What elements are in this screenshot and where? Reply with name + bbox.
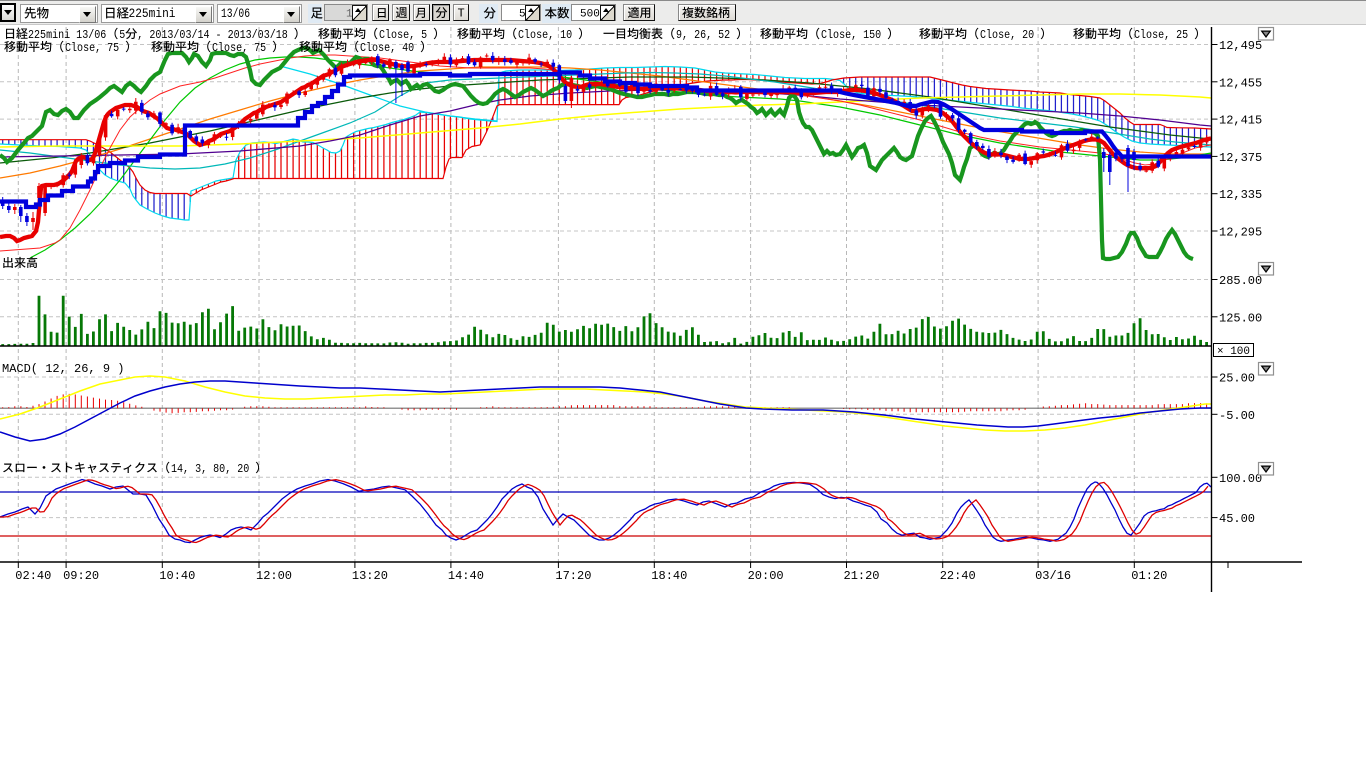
svg-text:1: 1 (346, 9, 353, 21)
svg-text:18:40: 18:40 (651, 569, 687, 583)
svg-text:12,455: 12,455 (1219, 76, 1262, 90)
svg-text:13:20: 13:20 (352, 569, 388, 583)
svg-text:22:40: 22:40 (940, 569, 976, 583)
svg-text:Close, 150: Close, 150 (815, 28, 887, 42)
svg-text:Close, 25: Close, 25 (1128, 28, 1194, 42)
svg-text:, 2013/03/14 - 2013/03/18: , 2013/03/14 - 2013/03/18 (137, 28, 293, 42)
svg-text:45.00: 45.00 (1219, 512, 1255, 526)
svg-text:Close, 40: Close, 40 (354, 41, 420, 55)
svg-text:225mini 13/06: 225mini 13/06 (28, 28, 106, 42)
svg-text:Close, 75: Close, 75 (59, 41, 125, 55)
svg-text:12,335: 12,335 (1219, 188, 1262, 202)
svg-text:Close, 20: Close, 20 (974, 28, 1040, 42)
svg-text:Close, 5: Close, 5 (373, 28, 433, 42)
svg-text:12,375: 12,375 (1219, 151, 1262, 165)
svg-text:5: 5 (519, 9, 526, 21)
svg-text:-5.00: -5.00 (1219, 409, 1255, 423)
svg-text:9, 26, 52: 9, 26, 52 (670, 28, 736, 42)
svg-text:25.00: 25.00 (1219, 372, 1255, 386)
svg-text:17:20: 17:20 (555, 569, 591, 583)
svg-text:Close, 75: Close, 75 (206, 41, 272, 55)
svg-text:01:20: 01:20 (1131, 569, 1167, 583)
svg-text:T: T (458, 7, 465, 21)
svg-text:125.00: 125.00 (1219, 311, 1262, 325)
svg-text:12,495: 12,495 (1219, 39, 1262, 53)
svg-text:13/06: 13/06 (221, 7, 250, 21)
svg-text:21:20: 21:20 (844, 569, 880, 583)
svg-text:100.00: 100.00 (1219, 472, 1262, 486)
svg-text:500: 500 (580, 9, 600, 21)
svg-text:14, 3, 80, 20: 14, 3, 80, 20 (165, 462, 255, 476)
svg-text:03/16: 03/16 (1035, 569, 1071, 583)
svg-text:09:20: 09:20 (63, 569, 99, 583)
svg-text:14:40: 14:40 (448, 569, 484, 583)
svg-text:MACD( 12, 26, 9 ): MACD( 12, 26, 9 ) (2, 362, 124, 376)
svg-text:285.00: 285.00 (1219, 274, 1262, 288)
svg-text:× 100: × 100 (1217, 346, 1250, 358)
svg-text:02:40: 02:40 (15, 569, 51, 583)
svg-text:12,295: 12,295 (1219, 226, 1262, 240)
svg-text:12,415: 12,415 (1219, 114, 1262, 128)
svg-text:10:40: 10:40 (159, 569, 195, 583)
svg-text:20:00: 20:00 (748, 569, 784, 583)
svg-text:Close, 10: Close, 10 (512, 28, 578, 42)
svg-text:225mini: 225mini (129, 7, 176, 21)
svg-text:12:00: 12:00 (256, 569, 292, 583)
svg-text:5: 5 (113, 28, 125, 42)
